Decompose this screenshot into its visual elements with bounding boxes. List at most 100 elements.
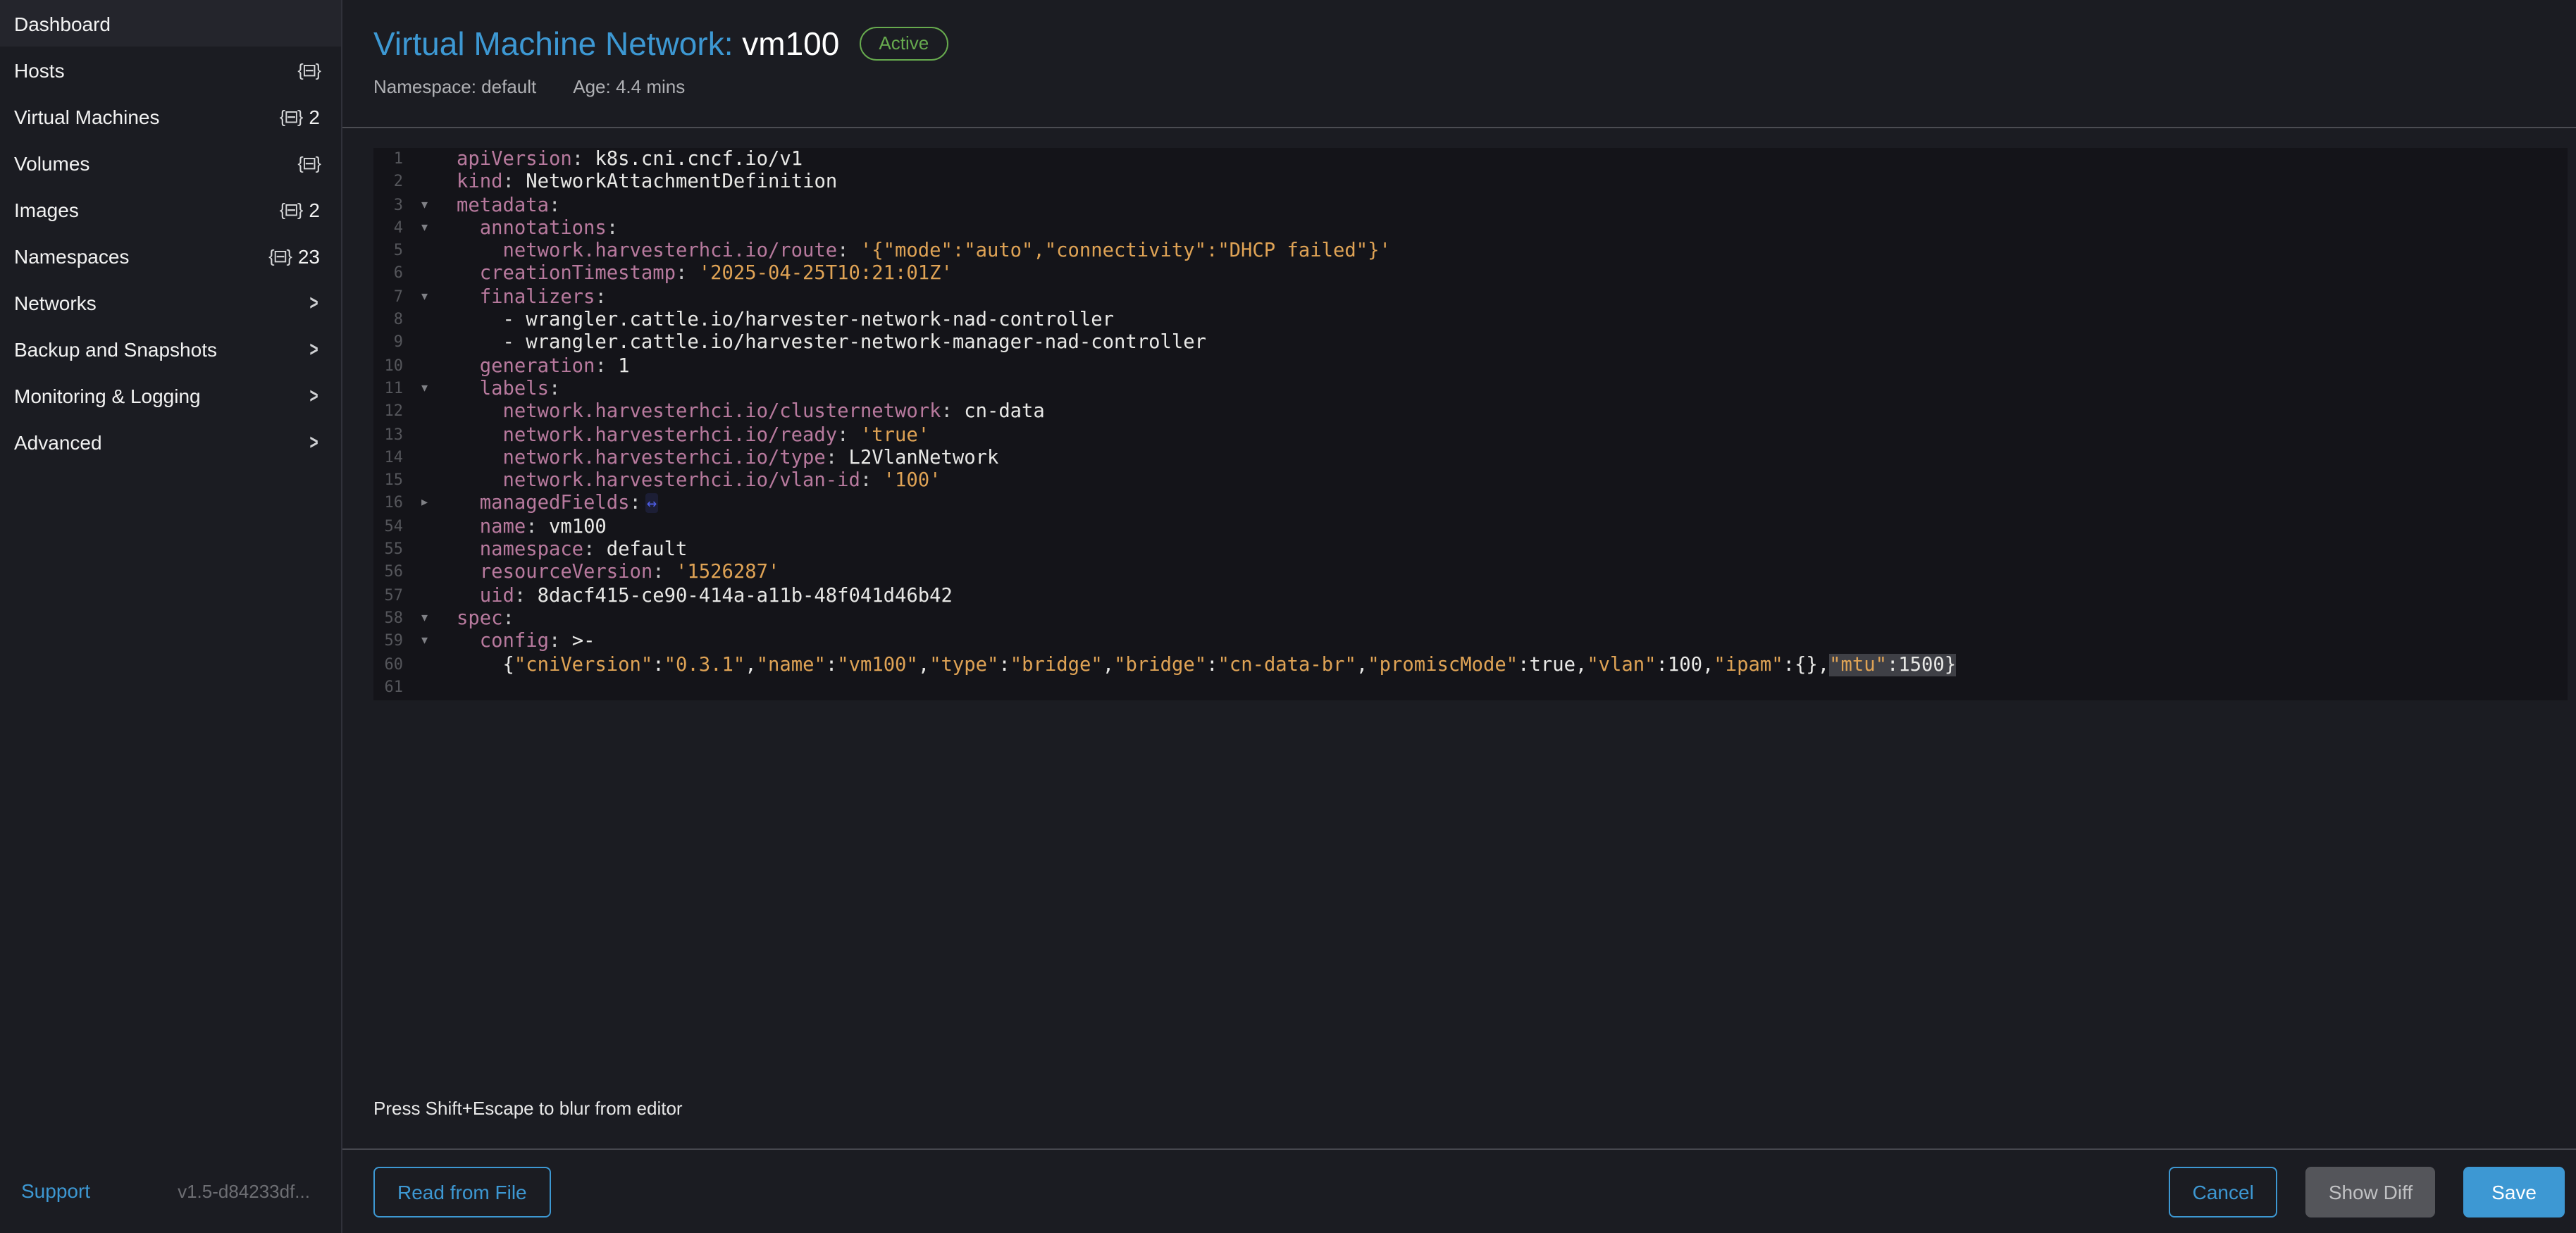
sidebar-item-advanced[interactable]: Advanced> [0, 419, 341, 465]
fold-closed-icon[interactable]: ▸ [403, 492, 457, 516]
code-line-58: 58▾spec: [373, 607, 2568, 631]
code-token: : [837, 240, 848, 262]
code-line-14: 14 network.harvesterhci.io/type: L2VlanN… [373, 447, 2568, 470]
fold-gutter [403, 516, 457, 539]
support-link[interactable]: Support [21, 1179, 90, 1202]
resource-count-icon: {⊟} [280, 199, 302, 220]
line-number: 16 [373, 492, 403, 516]
fold-open-icon[interactable]: ▾ [403, 217, 457, 240]
code-token: managedFields [457, 492, 630, 515]
code-token: : [652, 653, 664, 676]
sidebar: DashboardHosts{⊟}Virtual Machines{⊟}2Vol… [0, 0, 342, 1233]
code-text: creationTimestamp: '2025-04-25T10:21:01Z… [457, 263, 953, 286]
sidebar-item-namespaces[interactable]: Namespaces{⊟}23 [0, 233, 341, 279]
sidebar-item-label: Networks [14, 291, 97, 314]
code-token: "promiscMode" [1368, 653, 1518, 676]
sidebar-item-label: Advanced [14, 430, 102, 453]
code-token: network.harvesterhci.io/clusternetwork [457, 401, 941, 423]
sidebar-item-label: Images [14, 198, 79, 221]
yaml-editor[interactable]: 1apiVersion: k8s.cni.cncf.io/v12kind: Ne… [373, 148, 2568, 700]
code-line-16: 16▸ managedFields:↔ [373, 492, 2568, 516]
code-text: uid: 8dacf415-ce90-414a-a11b-48f041d46b4… [457, 584, 953, 607]
code-token: : [826, 447, 837, 469]
fold-placeholder-icon[interactable]: ↔ [645, 494, 658, 514]
code-token: "type" [929, 653, 998, 676]
line-number: 1 [373, 148, 403, 171]
sidebar-item-hosts[interactable]: Hosts{⊟} [0, 47, 341, 93]
code-token: , [1356, 653, 1368, 676]
cancel-button[interactable]: Cancel [2169, 1166, 2278, 1217]
code-token: : [826, 653, 837, 676]
code-token: default [595, 538, 687, 561]
sidebar-item-virtual-machines[interactable]: Virtual Machines{⊟}2 [0, 93, 341, 140]
sidebar-item-volumes[interactable]: Volumes{⊟} [0, 140, 341, 186]
read-from-file-button[interactable]: Read from File [373, 1166, 551, 1217]
code-token: L2VlanNetwork [837, 447, 998, 469]
sidebar-item-networks[interactable]: Networks> [0, 279, 341, 326]
page-title: Virtual Machine Network: vm100 [373, 24, 839, 63]
code-token: : [837, 423, 848, 446]
sidebar-item-extras: {⊟}2 [280, 105, 320, 128]
code-token: : [503, 607, 514, 630]
show-diff-button[interactable]: Show Diff [2306, 1166, 2435, 1217]
code-token: : [514, 584, 526, 607]
code-text: network.harvesterhci.io/ready: 'true' [457, 423, 929, 447]
code-text: namespace: default [457, 538, 687, 562]
save-button[interactable]: Save [2463, 1166, 2565, 1217]
code-text: metadata: [457, 194, 560, 217]
code-token: :1500} [1887, 653, 1956, 676]
fold-open-icon[interactable]: ▾ [403, 378, 457, 401]
code-line-15: 15 network.harvesterhci.io/vlan-id: '100… [373, 469, 2568, 492]
sidebar-item-backup-and-snapshots[interactable]: Backup and Snapshots> [0, 326, 341, 372]
code-token: : [676, 263, 687, 285]
fold-gutter [403, 263, 457, 286]
code-text: {"cniVersion":"0.3.1","name":"vm100","ty… [457, 653, 1956, 676]
code-token: { [457, 653, 514, 676]
line-number: 12 [373, 401, 403, 424]
line-number: 60 [373, 653, 403, 676]
code-text: generation: 1 [457, 354, 630, 378]
code-token: , [1103, 653, 1114, 676]
code-token: : [549, 630, 560, 652]
resource-count: 23 [298, 244, 320, 267]
code-token: name [457, 516, 526, 538]
code-lines: 1apiVersion: k8s.cni.cncf.io/v12kind: Ne… [373, 148, 2568, 699]
code-token: "cniVersion" [514, 653, 652, 676]
code-text: annotations: [457, 217, 618, 240]
sidebar-item-dashboard[interactable]: Dashboard [0, 0, 341, 47]
sidebar-item-images[interactable]: Images {⊟} 2 [0, 186, 341, 233]
code-token: : [549, 194, 560, 216]
line-number: 54 [373, 516, 403, 539]
code-text: network.harvesterhci.io/clusternetwork: … [457, 401, 1045, 424]
code-token: 1 [607, 354, 630, 377]
code-token: , [745, 653, 756, 676]
fold-open-icon[interactable]: ▾ [403, 286, 457, 309]
chevron-right-icon: > [310, 383, 318, 408]
footer-bar: Read from File Cancel Show Diff Save [342, 1148, 2576, 1233]
code-token: "mtu" [1829, 653, 1887, 676]
code-text: - wrangler.cattle.io/harvester-network-n… [457, 309, 1114, 332]
line-number: 13 [373, 423, 403, 447]
code-token: spec [457, 607, 503, 630]
line-number: 15 [373, 469, 403, 492]
code-token: '1526287' [664, 562, 780, 584]
resource-count-icon: {⊟} [297, 59, 320, 80]
line-number: 14 [373, 447, 403, 470]
sidebar-item-monitoring-and-logging[interactable]: Monitoring & Logging> [0, 372, 341, 419]
fold-gutter [403, 584, 457, 607]
code-token: creationTimestamp [457, 263, 676, 285]
code-text: config: >- [457, 630, 595, 653]
code-token: :true, [1518, 653, 1587, 676]
resource-count: 2 [309, 198, 320, 221]
fold-open-icon[interactable]: ▾ [403, 194, 457, 217]
code-text: finalizers: [457, 286, 607, 309]
code-token: uid [457, 584, 514, 607]
code-token: : [503, 171, 514, 194]
code-token: , [918, 653, 929, 676]
fold-open-icon[interactable]: ▾ [403, 630, 457, 653]
fold-open-icon[interactable]: ▾ [403, 607, 457, 631]
line-number: 7 [373, 286, 403, 309]
sidebar-item-extras: > [309, 385, 320, 406]
code-token: network.harvesterhci.io/type [457, 447, 826, 469]
namespace-label: Namespace: default [373, 76, 536, 97]
